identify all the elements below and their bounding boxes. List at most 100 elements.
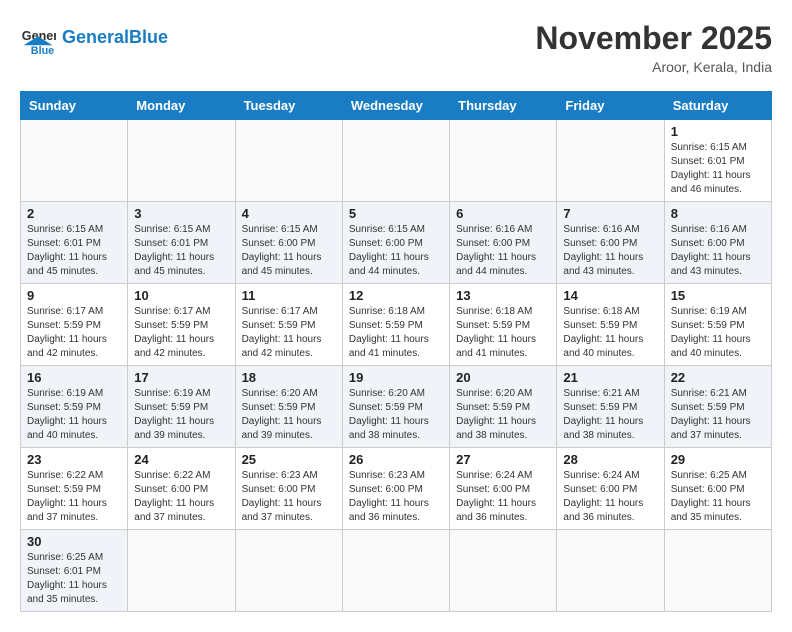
day-header-monday: Monday <box>128 92 235 120</box>
calendar-week-1: 2Sunrise: 6:15 AM Sunset: 6:01 PM Daylig… <box>21 202 772 284</box>
day-header-sunday: Sunday <box>21 92 128 120</box>
day-info: Sunrise: 6:16 AM Sunset: 6:00 PM Dayligh… <box>456 223 550 279</box>
calendar-cell: 7Sunrise: 6:16 AM Sunset: 6:00 PM Daylig… <box>557 202 664 284</box>
day-info: Sunrise: 6:24 AM Sunset: 6:00 PM Dayligh… <box>563 469 657 525</box>
location: Aroor, Kerala, India <box>535 59 772 75</box>
logo-blue-text: Blue <box>129 27 168 47</box>
calendar-cell: 13Sunrise: 6:18 AM Sunset: 5:59 PM Dayli… <box>450 284 557 366</box>
day-number: 22 <box>671 370 765 385</box>
calendar-cell: 30 Sunrise: 6:25 AM Sunset: 6:01 PM Dayli… <box>21 530 128 612</box>
day-info: Sunrise: 6:15 AM Sunset: 6:01 PM Dayligh… <box>671 141 765 197</box>
day-info: Sunrise: 6:21 AM Sunset: 5:59 PM Dayligh… <box>563 387 657 443</box>
calendar-cell: 11Sunrise: 6:17 AM Sunset: 5:59 PM Dayli… <box>235 284 342 366</box>
page-header: General Blue GeneralBlue November 2025 A… <box>20 20 772 75</box>
calendar-cell: 15 Sunrise: 6:19 AM Sunset: 5:59 PM Dayli… <box>664 284 771 366</box>
calendar-cell <box>557 530 664 612</box>
calendar-cell: 28Sunrise: 6:24 AM Sunset: 6:00 PM Dayli… <box>557 448 664 530</box>
day-number: 16 <box>27 370 121 385</box>
svg-text:Blue: Blue <box>31 45 54 56</box>
calendar-cell <box>664 530 771 612</box>
calendar-cell: 6Sunrise: 6:16 AM Sunset: 6:00 PM Daylig… <box>450 202 557 284</box>
day-number: 26 <box>349 452 443 467</box>
logo-text: GeneralBlue <box>62 28 168 48</box>
day-header-row: SundayMondayTuesdayWednesdayThursdayFrid… <box>21 92 772 120</box>
day-header-friday: Friday <box>557 92 664 120</box>
day-number: 20 <box>456 370 550 385</box>
day-info: Sunrise: 6:19 AM Sunset: 5:59 PM Dayligh… <box>671 305 765 361</box>
day-number: 18 <box>242 370 336 385</box>
day-number: 4 <box>242 206 336 221</box>
day-header-thursday: Thursday <box>450 92 557 120</box>
calendar-cell: 25 Sunrise: 6:23 AM Sunset: 6:00 PM Dayli… <box>235 448 342 530</box>
day-number: 14 <box>563 288 657 303</box>
day-info: Sunrise: 6:17 AM Sunset: 5:59 PM Dayligh… <box>242 305 336 361</box>
day-header-wednesday: Wednesday <box>342 92 449 120</box>
day-number: 17 <box>134 370 228 385</box>
day-info: Sunrise: 6:20 AM Sunset: 5:59 PM Dayligh… <box>349 387 443 443</box>
calendar-cell: 29Sunrise: 6:25 AM Sunset: 6:00 PM Dayli… <box>664 448 771 530</box>
day-number: 30 <box>27 534 121 549</box>
calendar-cell: 9 Sunrise: 6:17 AM Sunset: 5:59 PM Daylig… <box>21 284 128 366</box>
day-info: Sunrise: 6:15 AM Sunset: 6:00 PM Dayligh… <box>242 223 336 279</box>
calendar-cell <box>21 120 128 202</box>
day-info: Sunrise: 6:17 AM Sunset: 5:59 PM Dayligh… <box>27 305 121 361</box>
calendar-cell: 26 Sunrise: 6:23 AM Sunset: 6:00 PM Dayli… <box>342 448 449 530</box>
day-number: 19 <box>349 370 443 385</box>
calendar-week-4: 23Sunrise: 6:22 AM Sunset: 5:59 PM Dayli… <box>21 448 772 530</box>
calendar-cell <box>557 120 664 202</box>
calendar-cell: 1 Sunrise: 6:15 AM Sunset: 6:01 PM Daylig… <box>664 120 771 202</box>
day-number: 27 <box>456 452 550 467</box>
day-number: 24 <box>134 452 228 467</box>
calendar-cell: 23Sunrise: 6:22 AM Sunset: 5:59 PM Dayli… <box>21 448 128 530</box>
calendar-table: SundayMondayTuesdayWednesdayThursdayFrid… <box>20 91 772 612</box>
day-info: Sunrise: 6:17 AM Sunset: 5:59 PM Dayligh… <box>134 305 228 361</box>
calendar-cell: 18 Sunrise: 6:20 AM Sunset: 5:59 PM Dayli… <box>235 366 342 448</box>
day-header-tuesday: Tuesday <box>235 92 342 120</box>
calendar-cell: 12Sunrise: 6:18 AM Sunset: 5:59 PM Dayli… <box>342 284 449 366</box>
day-info: Sunrise: 6:20 AM Sunset: 5:59 PM Dayligh… <box>242 387 336 443</box>
logo: General Blue GeneralBlue <box>20 20 168 56</box>
logo-general-text: General <box>62 27 129 47</box>
calendar-header: SundayMondayTuesdayWednesdayThursdayFrid… <box>21 92 772 120</box>
day-number: 3 <box>134 206 228 221</box>
calendar-cell: 16 Sunrise: 6:19 AM Sunset: 5:59 PM Dayli… <box>21 366 128 448</box>
calendar-week-0: 1 Sunrise: 6:15 AM Sunset: 6:01 PM Daylig… <box>21 120 772 202</box>
calendar-cell <box>342 530 449 612</box>
calendar-cell <box>128 530 235 612</box>
calendar-week-5: 30 Sunrise: 6:25 AM Sunset: 6:01 PM Dayli… <box>21 530 772 612</box>
calendar-cell <box>450 120 557 202</box>
day-info: Sunrise: 6:24 AM Sunset: 6:00 PM Dayligh… <box>456 469 550 525</box>
day-info: Sunrise: 6:18 AM Sunset: 5:59 PM Dayligh… <box>349 305 443 361</box>
day-info: Sunrise: 6:23 AM Sunset: 6:00 PM Dayligh… <box>242 469 336 525</box>
day-info: Sunrise: 6:18 AM Sunset: 5:59 PM Dayligh… <box>563 305 657 361</box>
day-number: 29 <box>671 452 765 467</box>
calendar-cell <box>128 120 235 202</box>
day-number: 21 <box>563 370 657 385</box>
calendar-cell <box>450 530 557 612</box>
day-info: Sunrise: 6:23 AM Sunset: 6:00 PM Dayligh… <box>349 469 443 525</box>
calendar-cell: 2Sunrise: 6:15 AM Sunset: 6:01 PM Daylig… <box>21 202 128 284</box>
calendar-cell: 24Sunrise: 6:22 AM Sunset: 6:00 PM Dayli… <box>128 448 235 530</box>
day-info: Sunrise: 6:19 AM Sunset: 5:59 PM Dayligh… <box>27 387 121 443</box>
calendar-cell: 4 Sunrise: 6:15 AM Sunset: 6:00 PM Daylig… <box>235 202 342 284</box>
calendar-cell: 8Sunrise: 6:16 AM Sunset: 6:00 PM Daylig… <box>664 202 771 284</box>
day-number: 9 <box>27 288 121 303</box>
day-info: Sunrise: 6:22 AM Sunset: 5:59 PM Dayligh… <box>27 469 121 525</box>
calendar-week-3: 16 Sunrise: 6:19 AM Sunset: 5:59 PM Dayli… <box>21 366 772 448</box>
calendar-cell <box>235 120 342 202</box>
day-number: 1 <box>671 124 765 139</box>
day-number: 13 <box>456 288 550 303</box>
day-number: 5 <box>349 206 443 221</box>
day-number: 25 <box>242 452 336 467</box>
calendar-cell <box>235 530 342 612</box>
title-block: November 2025 Aroor, Kerala, India <box>535 20 772 75</box>
day-info: Sunrise: 6:16 AM Sunset: 6:00 PM Dayligh… <box>563 223 657 279</box>
day-info: Sunrise: 6:25 AM Sunset: 6:01 PM Dayligh… <box>27 551 121 607</box>
logo-icon: General Blue <box>20 20 56 56</box>
day-info: Sunrise: 6:19 AM Sunset: 5:59 PM Dayligh… <box>134 387 228 443</box>
calendar-body: 1 Sunrise: 6:15 AM Sunset: 6:01 PM Daylig… <box>21 120 772 612</box>
day-info: Sunrise: 6:21 AM Sunset: 5:59 PM Dayligh… <box>671 387 765 443</box>
day-number: 2 <box>27 206 121 221</box>
day-number: 15 <box>671 288 765 303</box>
calendar-cell: 5Sunrise: 6:15 AM Sunset: 6:00 PM Daylig… <box>342 202 449 284</box>
